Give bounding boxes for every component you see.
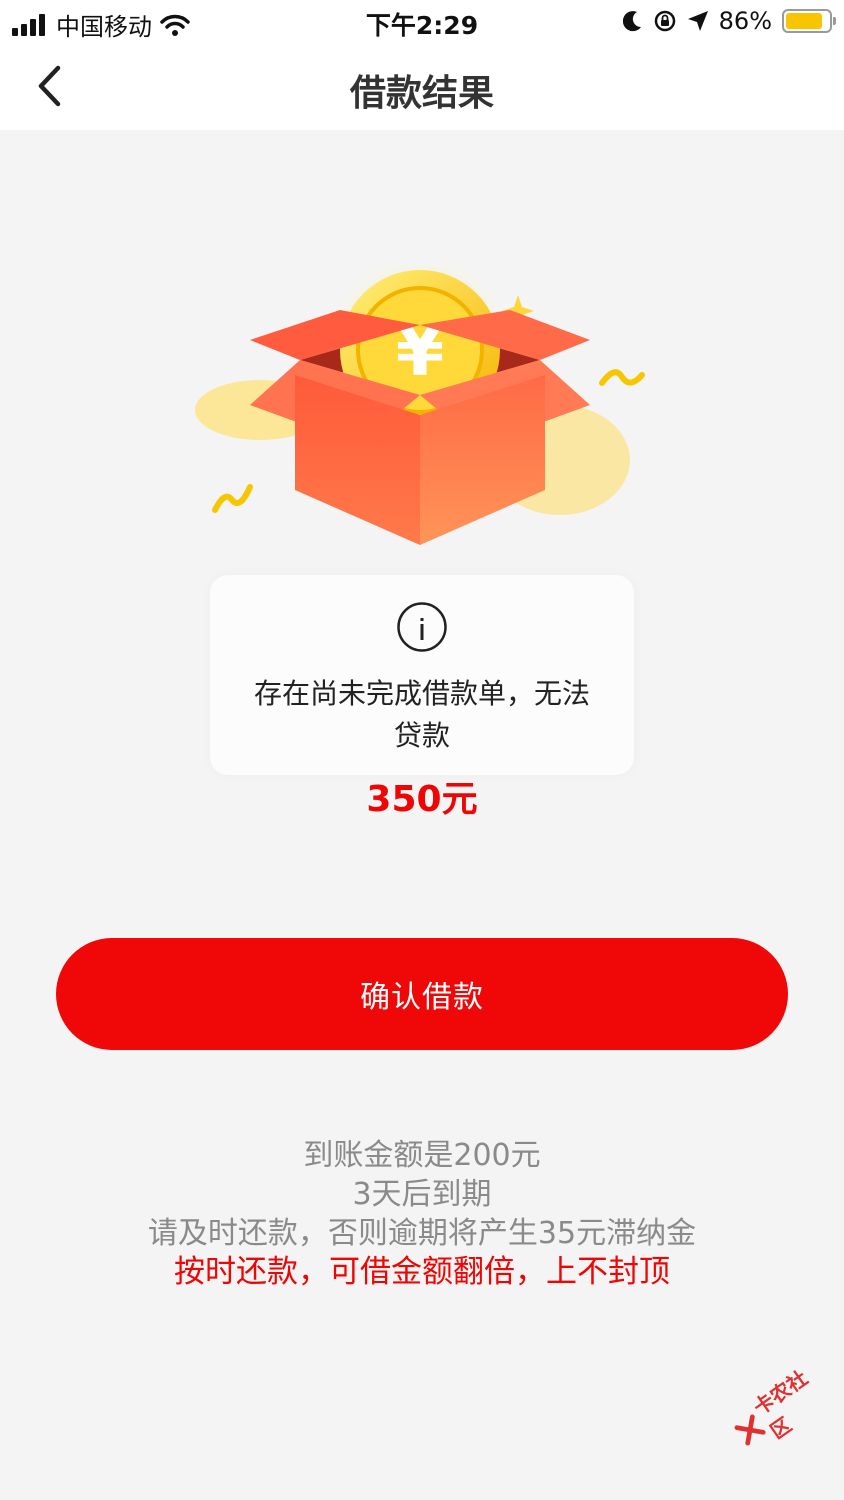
rotation-lock-icon xyxy=(654,10,675,32)
status-right: 86% xyxy=(622,7,836,35)
loan-amount: 350元 xyxy=(366,779,478,820)
watermark: 卡农社区 xyxy=(723,1354,841,1461)
gift-box-coin-icon: ¥ xyxy=(195,265,645,545)
info-due-date: 3天后到期 xyxy=(352,1177,492,1212)
confirm-loan-button[interactable]: 确认借款 xyxy=(56,938,788,1050)
location-arrow-icon xyxy=(687,11,708,31)
toast-text: 存在尚未完成借款单，无法 贷款 xyxy=(228,673,616,757)
moon-icon xyxy=(622,11,641,32)
toast-line-2: 贷款 xyxy=(393,719,450,752)
page-title: 借款结果 xyxy=(349,73,494,114)
toast-message: 存在尚未完成借款单，无法 贷款 xyxy=(210,575,634,775)
loan-info: 到账金额是200元 3天后到期 请及时还款，否则逾期将产生35元滞纳金 按时还款… xyxy=(0,1136,844,1292)
info-icon xyxy=(397,602,447,652)
battery-percent: 86% xyxy=(718,7,772,35)
battery-level xyxy=(786,13,823,29)
nav-bar: 借款结果 xyxy=(0,44,844,130)
battery-icon xyxy=(782,9,836,33)
info-late-fee: 请及时还款，否则逾期将产生35元滞纳金 xyxy=(147,1216,697,1251)
confirm-loan-label: 确认借款 xyxy=(360,980,484,1015)
info-received-amount: 到账金额是200元 xyxy=(303,1138,541,1173)
status-bar: 中国移动 下午2:29 86% xyxy=(0,0,844,44)
info-promo: 按时还款，可借金额翻倍，上不封顶 xyxy=(174,1254,670,1290)
toast-line-1: 存在尚未完成借款单，无法 xyxy=(253,677,590,710)
